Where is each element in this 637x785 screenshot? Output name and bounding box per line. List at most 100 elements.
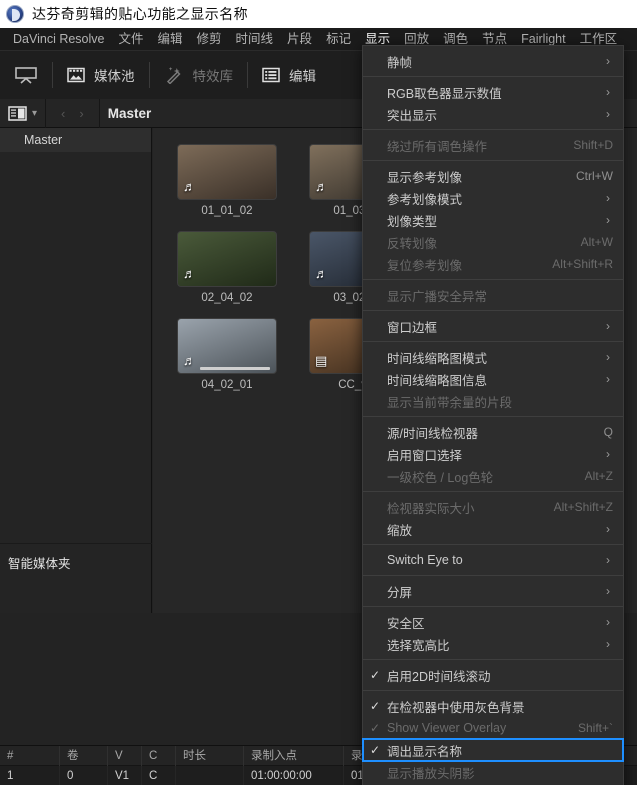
submenu-arrow-icon: › <box>606 637 610 651</box>
menu-item[interactable]: 参考划像模式 › <box>363 187 623 209</box>
menubar-item-3[interactable]: 修剪 <box>190 30 229 49</box>
submenu-arrow-icon: › <box>606 372 610 386</box>
submenu-arrow-icon: › <box>606 553 610 567</box>
menu-item-shortcut: Shift+D <box>573 138 613 152</box>
menu-item-label: 显示广播安全异常 <box>387 289 488 304</box>
menubar-item-2[interactable]: 编辑 <box>151 30 190 49</box>
audio-note-icon: ♬ <box>315 179 328 194</box>
menubar-item-5[interactable]: 片段 <box>280 30 319 49</box>
menu-separator <box>363 160 623 161</box>
menu-item[interactable]: 划像类型 › <box>363 209 623 231</box>
menu-item-label: 一级校色 / Log色轮 <box>387 470 494 485</box>
menu-item-shortcut: Alt+W <box>580 235 613 249</box>
table-header-cell[interactable]: 录制入点 <box>244 745 344 766</box>
menu-separator <box>363 279 623 280</box>
clip-thumbnail[interactable]: ♬ 04_02_01 <box>177 318 277 391</box>
menu-item-label: 启用2D时间线滚动 <box>387 669 491 684</box>
menu-item[interactable]: 显示播放头阴影 <box>363 761 623 783</box>
clip-image[interactable]: ♬ <box>177 231 277 287</box>
submenu-arrow-icon: › <box>606 107 610 121</box>
menu-item-shortcut: Alt+Shift+Z <box>553 500 613 514</box>
menu-item[interactable]: 显示广播安全异常 <box>363 284 623 306</box>
table-header-cell[interactable]: 时长 <box>176 745 244 766</box>
menubar-item-4[interactable]: 时间线 <box>229 30 281 49</box>
menu-item[interactable]: 绕过所有调色操作 Shift+D <box>363 134 623 156</box>
menu-item[interactable]: 缩放 › <box>363 518 623 540</box>
menu-item[interactable]: 安全区 › <box>363 611 623 633</box>
menu-separator <box>363 416 623 417</box>
menu-item[interactable]: ✓ Show Viewer Overlay Shift+` <box>363 717 623 739</box>
panel-collapse-button[interactable] <box>0 51 52 99</box>
menubar-item-0[interactable]: DaVinci Resolve <box>6 30 111 49</box>
nav-back-icon[interactable]: ‹ <box>54 106 72 121</box>
menu-item[interactable]: 选择宽高比 › <box>363 633 623 655</box>
timeline-strip-icon: ▤ <box>315 353 328 368</box>
bin-item[interactable]: Master <box>0 128 151 152</box>
menu-item[interactable]: 反转划像 Alt+W <box>363 231 623 253</box>
submenu-arrow-icon: › <box>606 319 610 333</box>
bin-list: Master <box>0 128 151 152</box>
menu-separator <box>363 129 623 130</box>
menu-item[interactable]: ✓ 调出显示名称 <box>362 738 624 762</box>
submenu-arrow-icon: › <box>606 54 610 68</box>
table-header-cell[interactable]: 卷 <box>60 745 108 766</box>
menu-item-label: 调出显示名称 <box>387 744 463 759</box>
bin-sidebar: Master 智能媒体夹 <box>0 128 152 613</box>
menu-item-shortcut: Alt+Z <box>584 469 613 483</box>
menu-item[interactable]: 显示参考划像 Ctrl+W <box>363 165 623 187</box>
menu-item[interactable]: 时间线缩略图模式 › <box>363 346 623 368</box>
clip-thumbnail[interactable]: ♬ 02_04_02 <box>177 231 277 304</box>
menu-item[interactable]: 窗口边框 › <box>363 315 623 337</box>
media-pool-button[interactable]: 媒体池 <box>53 51 149 99</box>
nav-buttons[interactable]: ‹ › <box>46 99 99 128</box>
menu-item-label: 源/时间线检视器 <box>387 426 478 441</box>
window-title: 达芬奇剪辑的贴心功能之显示名称 <box>32 6 248 22</box>
view-dropdown-menu[interactable]: 静帧 › RGB取色器显示数值 › 突出显示 › 绕过所有调色操作 Shift+D 显示参考划像… <box>362 45 624 785</box>
edit-index-button[interactable]: 编辑 <box>248 51 330 99</box>
effects-library-button[interactable]: 特效库 <box>150 51 248 99</box>
menubar-item-6[interactable]: 标记 <box>319 30 358 49</box>
clip-thumbnail[interactable]: ♬ 01_01_02 <box>177 144 277 217</box>
menu-separator <box>363 575 623 576</box>
clip-image[interactable]: ♬ <box>177 318 277 374</box>
menubar-item-1[interactable]: 文件 <box>111 30 150 49</box>
clip-name: 01_01_02 <box>201 205 253 217</box>
menu-item-label: Switch Eye to <box>387 553 463 567</box>
edit-index-label: 编辑 <box>289 69 316 84</box>
table-cell: 0 <box>60 766 108 785</box>
clip-image[interactable]: ♬ <box>177 144 277 200</box>
submenu-arrow-icon: › <box>606 350 610 364</box>
menu-item[interactable]: 启用窗口选择 › <box>363 443 623 465</box>
menu-item-label: 突出显示 <box>387 108 438 123</box>
table-header-cell[interactable]: C <box>142 745 176 766</box>
menu-item[interactable]: 检视器实际大小 Alt+Shift+Z <box>363 496 623 518</box>
menu-item[interactable]: 源/时间线检视器 Q <box>363 421 623 443</box>
menu-item-label: 绕过所有调色操作 <box>387 139 488 154</box>
table-cell: V1 <box>108 766 142 785</box>
menu-item[interactable]: Switch Eye to › <box>363 549 623 571</box>
menu-item-label: Show Viewer Overlay <box>387 721 507 735</box>
menu-item[interactable]: 静帧 › <box>363 50 623 72</box>
menu-item[interactable]: 显示当前带余量的片段 <box>363 390 623 412</box>
menu-item[interactable]: 时间线缩略图信息 › <box>363 368 623 390</box>
menu-item[interactable]: ✓ 在检视器中使用灰色背景 <box>363 695 623 717</box>
nav-forward-icon[interactable]: › <box>72 106 90 121</box>
clip-name: 02_04_02 <box>201 292 253 304</box>
list-view-icon <box>8 105 27 121</box>
menu-item-label: 静帧 <box>387 55 413 70</box>
check-icon: ✓ <box>369 743 381 757</box>
menu-item[interactable]: RGB取色器显示数值 › <box>363 81 623 103</box>
menu-item[interactable]: 一级校色 / Log色轮 Alt+Z <box>363 465 623 487</box>
clip-progress-bar <box>200 367 270 370</box>
menu-item[interactable]: ✓ 启用2D时间线滚动 <box>363 664 623 686</box>
menu-item-label: 检视器实际大小 <box>387 501 475 516</box>
menu-item[interactable]: 复位参考划像 Alt+Shift+R <box>363 253 623 275</box>
menu-separator <box>363 76 623 77</box>
window-titlebar: 达芬奇剪辑的贴心功能之显示名称 <box>0 0 637 28</box>
menu-item[interactable]: 突出显示 › <box>363 103 623 125</box>
audio-note-icon: ♬ <box>183 266 196 281</box>
table-header-cell[interactable]: V <box>108 745 142 766</box>
view-mode-button[interactable]: ▾ <box>0 99 45 128</box>
menu-item[interactable]: 分屏 › <box>363 580 623 602</box>
table-header-cell[interactable]: # <box>0 745 60 766</box>
